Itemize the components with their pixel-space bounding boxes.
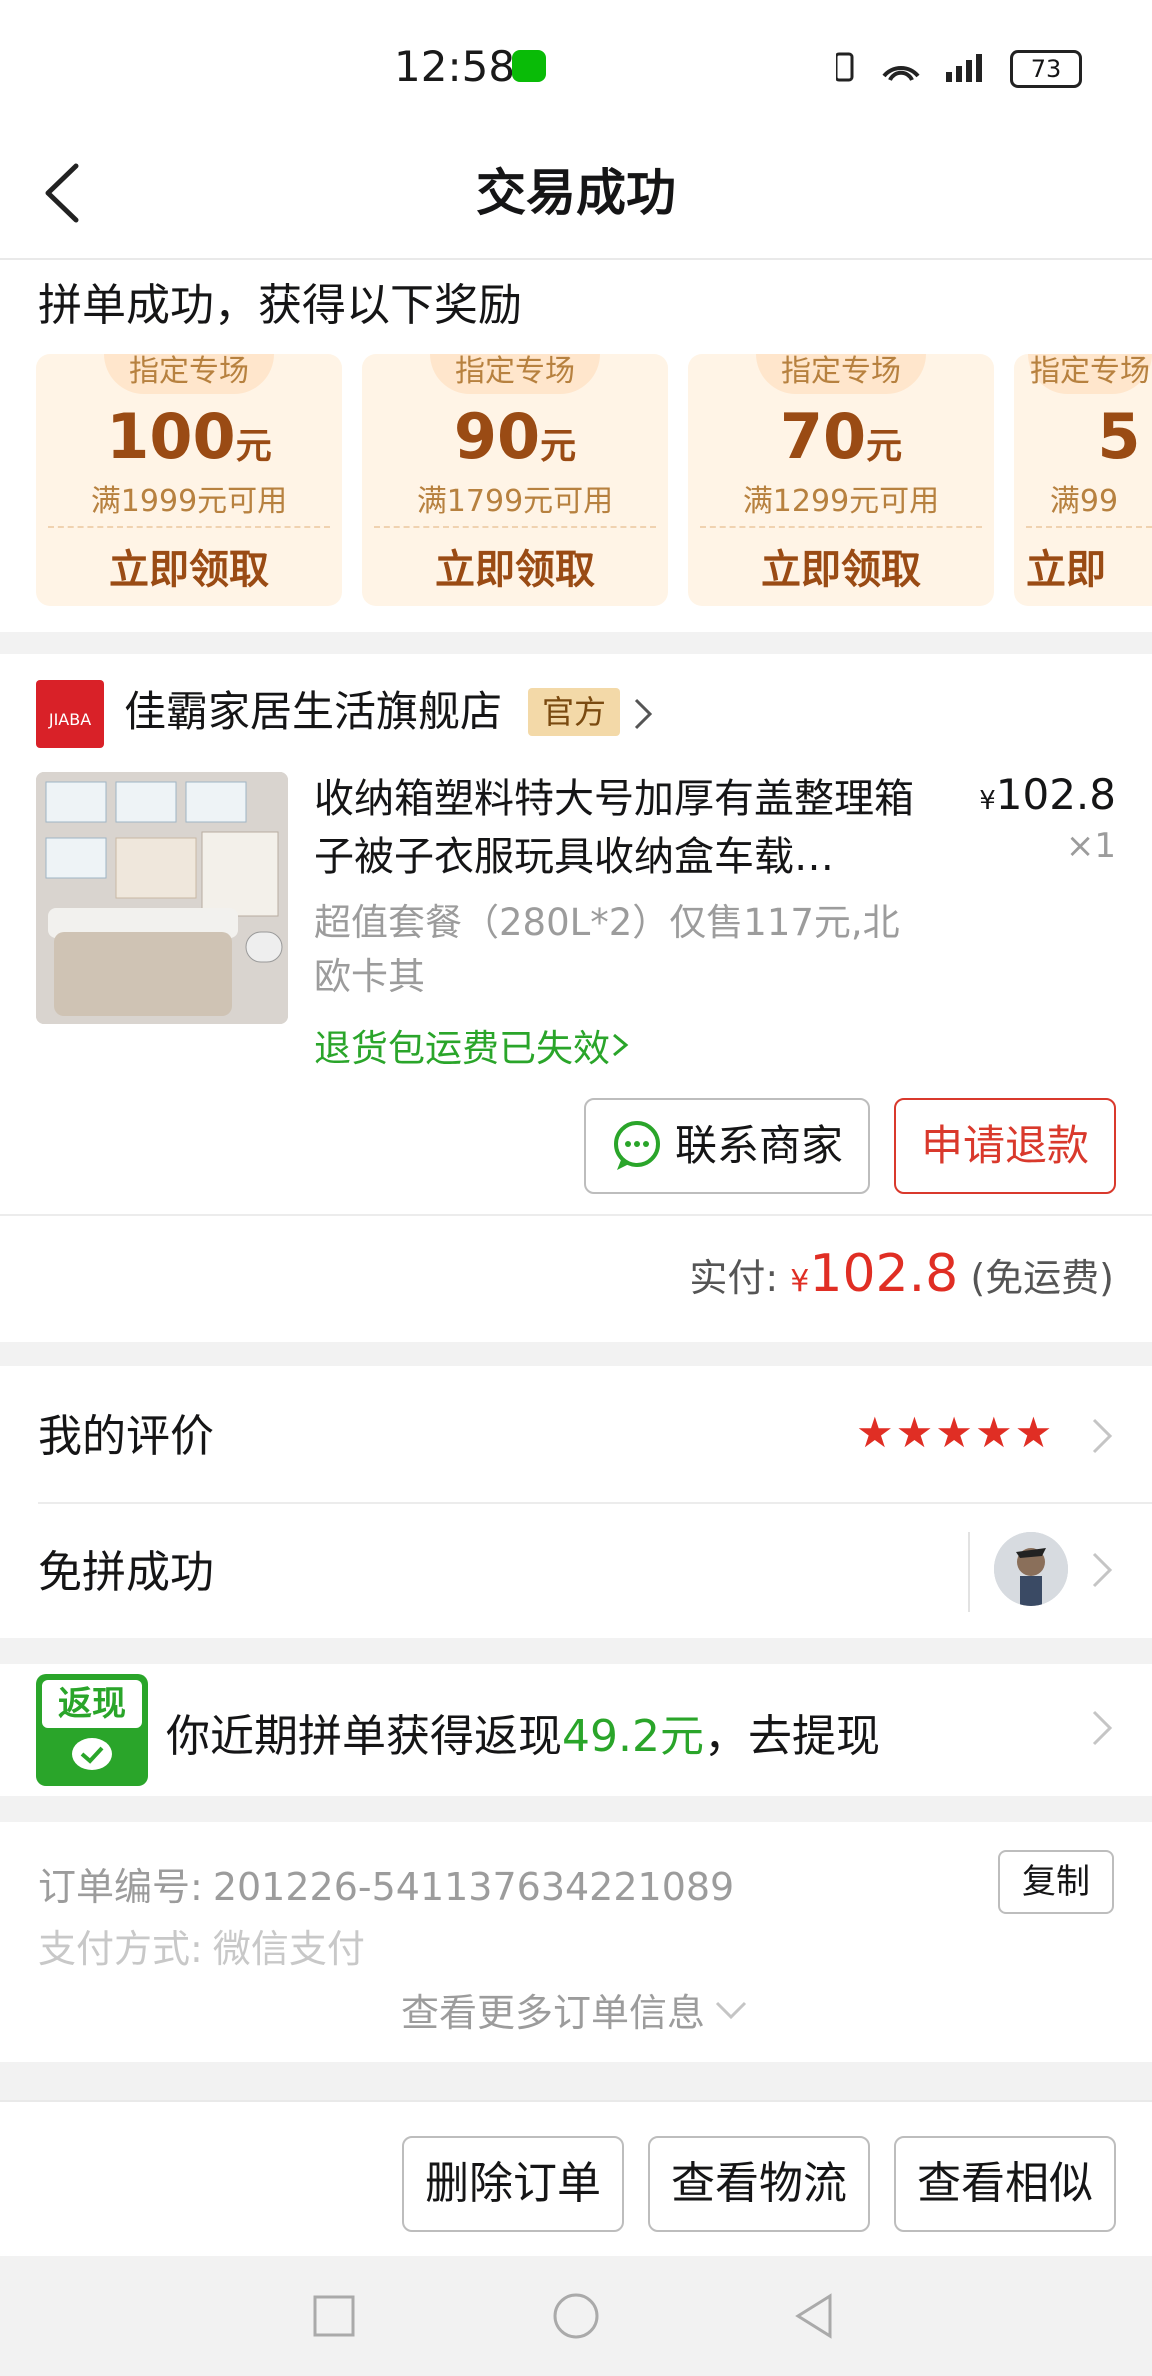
chevron-right-icon[interactable]	[1090, 1706, 1116, 1750]
official-badge: 官方	[528, 688, 620, 736]
chevron-right-icon[interactable]	[1090, 1414, 1116, 1458]
coupon-divider	[1026, 526, 1152, 528]
paid-currency: ¥	[790, 1264, 810, 1299]
row-divider	[38, 1502, 1152, 1504]
coupon-amount: 70元	[779, 400, 903, 473]
coupon-tag: 指定专场	[756, 354, 926, 394]
coupon-condition: 满1799元可用	[416, 484, 614, 519]
product-quantity: ×1	[1065, 826, 1116, 866]
payment-method: 微信支付	[212, 1927, 365, 1971]
coupon-divider	[374, 526, 656, 528]
my-review-label[interactable]: 我的评价	[38, 1400, 214, 1464]
more-order-info-label: 查看更多订单信息	[400, 1991, 705, 2035]
claim-coupon-button[interactable]: 立即	[1026, 534, 1152, 606]
rating-stars[interactable]: ★★★★★	[856, 1408, 1054, 1457]
recent-apps-icon[interactable]	[312, 2294, 356, 2338]
card-divider	[0, 1214, 1152, 1216]
more-order-info-toggle[interactable]: 查看更多订单信息	[0, 1982, 1152, 2037]
coupon-tag: 指定专场	[1028, 354, 1152, 394]
product-image[interactable]	[36, 772, 288, 1024]
payment-method-label: 支付方式:	[38, 1927, 203, 1971]
contact-merchant-button[interactable]: 联系商家	[584, 1098, 870, 1194]
paid-label: 实付:	[689, 1256, 779, 1300]
wechat-notification-icon	[512, 50, 546, 82]
coupon-tag: 指定专场	[430, 354, 600, 394]
signal-wifi-icons	[836, 52, 982, 82]
coupon-divider	[48, 526, 330, 528]
request-refund-button[interactable]: 申请退款	[894, 1098, 1116, 1194]
chevron-right-icon[interactable]	[632, 694, 656, 734]
delete-order-button[interactable]: 删除订单	[402, 2136, 624, 2232]
coupon-tag: 指定专场	[104, 354, 274, 394]
store-name[interactable]: 佳霸家居生活旗舰店	[124, 682, 502, 742]
order-number: 201226-541137634221089	[212, 1865, 735, 1909]
home-icon[interactable]	[552, 2292, 600, 2340]
battery-indicator: 73	[1010, 50, 1082, 88]
return-shipping-note[interactable]: 退货包运费已失效	[314, 1018, 632, 1072]
contact-merchant-label: 联系商家	[674, 1121, 843, 1170]
coupon-divider	[700, 526, 982, 528]
copy-button[interactable]: 复制	[998, 1850, 1114, 1914]
coupon-card-partial[interactable]: 指定专场 5 满99 立即	[1014, 354, 1152, 606]
coupon-condition: 满1299元可用	[742, 484, 940, 519]
status-time: 12:58	[394, 42, 516, 91]
cashback-badge: 返现	[36, 1674, 148, 1786]
chevron-right-icon[interactable]	[1090, 1548, 1116, 1592]
chevron-right-icon	[613, 1033, 629, 1057]
shipping-note: (免运费)	[970, 1256, 1114, 1300]
view-logistics-button[interactable]: 查看物流	[648, 2136, 870, 2232]
chat-check-icon	[72, 1738, 112, 1770]
user-avatar-icon	[994, 1532, 1068, 1606]
free-group-label[interactable]: 免拼成功	[38, 1536, 214, 1600]
vertical-separator	[968, 1532, 970, 1612]
coupon-amount: 100元	[106, 400, 272, 473]
store-logo[interactable]: JIABA	[36, 680, 104, 748]
payment-method-row: 支付方式: 微信支付	[38, 1918, 365, 1973]
claim-coupon-button[interactable]: 立即领取	[362, 534, 668, 606]
product-title[interactable]: 收纳箱塑料特大号加厚有盖整理箱子被子衣服玩具收纳盒车载…	[314, 770, 934, 886]
claim-coupon-button[interactable]: 立即领取	[36, 534, 342, 606]
coupon-amount: 5	[1097, 400, 1141, 473]
coupon-card[interactable]: 指定专场 90元 满1799元可用 立即领取	[362, 354, 668, 606]
product-price: ¥102.8	[979, 770, 1116, 819]
paid-amount: 102.8	[809, 1244, 959, 1304]
order-number-label: 订单编号:	[38, 1865, 203, 1909]
chat-bubble-icon	[613, 1121, 660, 1170]
back-nav-icon[interactable]	[792, 2292, 836, 2340]
return-note-text: 退货包运费已失效	[314, 1027, 610, 1070]
coupon-condition: 满99	[1049, 484, 1119, 519]
coupon-card[interactable]: 指定专场 70元 满1299元可用 立即领取	[688, 354, 994, 606]
coupon-condition: 满1999元可用	[90, 484, 288, 519]
coupon-amount: 90元	[453, 400, 577, 473]
cashback-badge-text: 返现	[42, 1680, 142, 1728]
view-similar-button[interactable]: 查看相似	[894, 2136, 1116, 2232]
coupon-heading: 拼单成功，获得以下奖励	[38, 280, 522, 331]
coupon-card[interactable]: 指定专场 100元 满1999元可用 立即领取	[36, 354, 342, 606]
cashback-text[interactable]: 你近期拼单获得返现49.2元，去提现	[166, 1700, 880, 1764]
chevron-down-icon	[715, 2001, 747, 2019]
paid-amount-row: 实付: ¥102.8 (免运费)	[0, 1244, 1114, 1304]
avatar[interactable]	[994, 1532, 1068, 1606]
order-number-row: 订单编号: 201226-541137634221089	[38, 1856, 734, 1911]
claim-coupon-button[interactable]: 立即领取	[688, 534, 994, 606]
storage-box-illustration	[36, 772, 288, 1024]
product-spec: 超值套餐（280L*2）仅售117元,北欧卡其	[314, 901, 900, 998]
page-title: 交易成功	[476, 164, 676, 222]
